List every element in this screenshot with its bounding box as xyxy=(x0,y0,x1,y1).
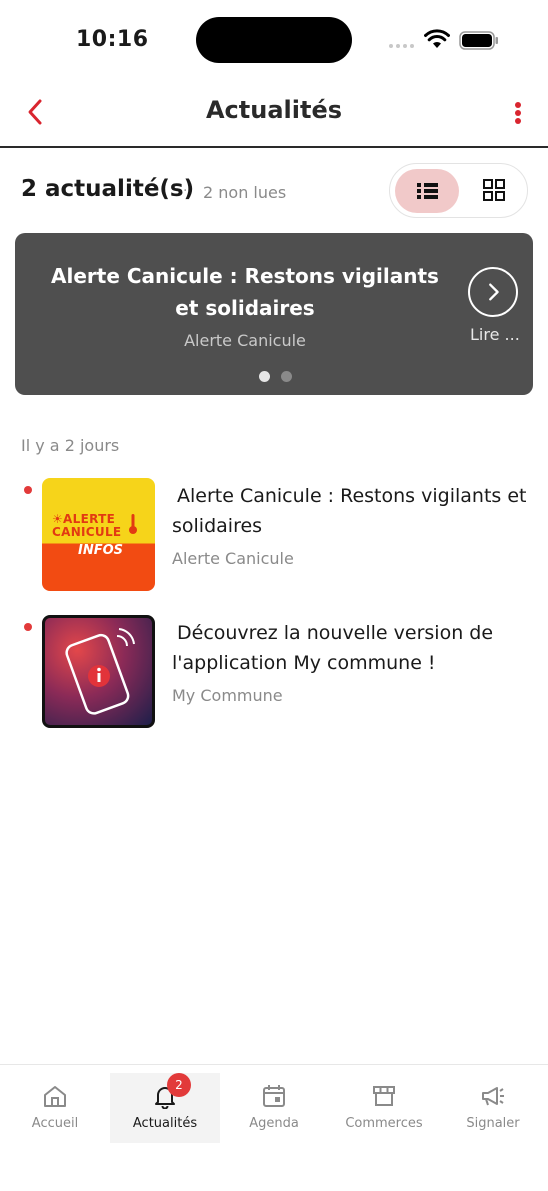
tab-commerces[interactable]: Commerces xyxy=(329,1073,439,1143)
news-list-item[interactable]: ☀ALERTE CANICULE INFOS Alerte Canicule :… xyxy=(0,478,548,594)
notification-badge: 2 xyxy=(167,1073,191,1097)
grid-icon xyxy=(483,179,505,201)
date-group-label: Il y a 2 jours xyxy=(21,436,120,455)
news-list-item[interactable]: Découvrez la nouvelle version de l'appli… xyxy=(0,615,548,731)
bottom-tab-bar: Accueil 2 Actualités Agenda Commerces Si… xyxy=(0,1064,548,1191)
news-source: My Commune xyxy=(172,686,283,705)
tab-label: Accueil xyxy=(31,1116,79,1131)
phone-notification-icon xyxy=(65,628,135,715)
read-more-link[interactable]: Lire ... xyxy=(470,325,520,344)
more-options-button[interactable] xyxy=(508,98,528,128)
news-thumbnail xyxy=(42,615,155,728)
unread-indicator xyxy=(24,486,32,494)
tab-agenda[interactable]: Agenda xyxy=(219,1073,329,1143)
status-time: 10:16 xyxy=(76,27,149,52)
carousel-next-button[interactable] xyxy=(468,267,518,317)
dynamic-island xyxy=(196,17,352,63)
app-header: Actualités xyxy=(0,80,548,148)
store-icon xyxy=(373,1086,395,1106)
tab-label: Actualités xyxy=(132,1116,198,1131)
calendar-icon xyxy=(263,1085,285,1107)
tab-label: Commerces xyxy=(345,1116,423,1131)
unread-indicator xyxy=(24,623,32,631)
unread-count: 2 non lues xyxy=(203,183,287,202)
grid-view-button[interactable] xyxy=(466,169,522,213)
carousel-dot[interactable] xyxy=(259,371,270,382)
thumbnail-infos-text: INFOS xyxy=(78,543,124,558)
view-mode-toggle xyxy=(389,163,528,218)
tab-label: Agenda xyxy=(249,1116,299,1131)
tab-label: Signaler xyxy=(466,1116,520,1131)
wifi-icon xyxy=(424,29,450,48)
battery-icon xyxy=(459,31,498,50)
megaphone-icon xyxy=(482,1087,504,1106)
tab-accueil[interactable]: Accueil xyxy=(0,1073,110,1143)
thumbnail-text: ☀ALERTE CANICULE xyxy=(52,512,122,539)
thermometer-icon xyxy=(129,514,137,534)
news-thumbnail: ☀ALERTE CANICULE INFOS xyxy=(42,478,155,591)
carousel-dot[interactable] xyxy=(281,371,292,382)
home-icon xyxy=(44,1086,66,1107)
news-source: Alerte Canicule xyxy=(172,549,294,568)
tab-signaler[interactable]: Signaler xyxy=(438,1073,548,1143)
carousel-pagination xyxy=(259,371,299,383)
featured-news-carousel[interactable]: Alerte Canicule : Restons vigilants et s… xyxy=(15,233,533,395)
carousel-title: Alerte Canicule : Restons vigilants et s… xyxy=(51,264,439,320)
separator-dot: · xyxy=(183,183,188,199)
news-title: Alerte Canicule : Restons vigilants et s… xyxy=(172,485,527,537)
status-bar: 10:16 xyxy=(0,0,548,80)
carousel-source: Alerte Canicule xyxy=(184,331,306,350)
tab-actualites[interactable]: 2 Actualités xyxy=(110,1073,220,1143)
list-icon xyxy=(417,183,438,199)
page-title: Actualités xyxy=(205,96,343,124)
news-count: 2 actualité(s) xyxy=(21,176,195,202)
cellular-signal-icon xyxy=(389,38,417,48)
list-view-button[interactable] xyxy=(395,169,459,213)
news-title: Découvrez la nouvelle version de l'appli… xyxy=(172,622,494,674)
